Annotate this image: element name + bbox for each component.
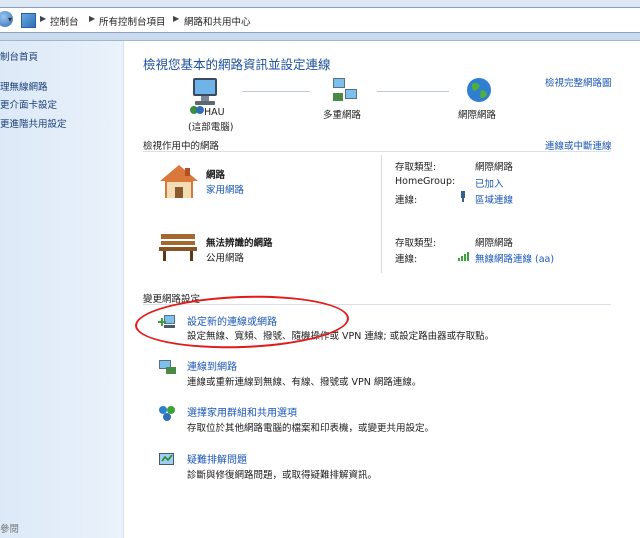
page-title: 檢視您基本的網路資訊並設定連線	[143, 57, 331, 72]
internet-label: 網際網路	[458, 110, 497, 121]
chevron-right-icon[interactable]: ▶	[89, 14, 95, 23]
address-bar: ▾ ▶ 控制台 ▶ 所有控制台項目 ▶ 網路和共用中心	[0, 0, 640, 41]
wifi-signal-icon	[458, 252, 469, 261]
breadcrumb-all-items[interactable]: 所有控制台項目	[99, 14, 166, 28]
sidebar-item-home[interactable]: 制台首頁	[0, 49, 38, 63]
section-divider	[143, 151, 611, 152]
homegroup-label: HomeGroup:	[395, 176, 456, 187]
homegroup-options-link[interactable]: 選擇家用群組和共用選項	[187, 404, 297, 419]
computer-name: HAU	[204, 107, 225, 118]
chevron-right-icon[interactable]: ▶	[40, 14, 46, 23]
ethernet-icon	[461, 191, 465, 202]
access-type-label: 存取類型:	[395, 162, 437, 173]
sidebar-see-also: 參閱	[0, 524, 20, 535]
network-badge-icon	[190, 106, 204, 114]
task-description: 存取位於其他網路電腦的檔案和印表機，或變更共用設定。	[187, 423, 435, 434]
history-dropdown-icon[interactable]: ▾	[8, 15, 12, 24]
full-map-link[interactable]: 檢視完整網路圖	[545, 75, 612, 89]
map-link-line	[377, 91, 449, 92]
connect-disconnect-link[interactable]: 連線或中斷連線	[545, 138, 612, 152]
breadcrumb-network-center[interactable]: 網路和共用中心	[184, 14, 251, 28]
sidebar-item-wireless[interactable]: 理無線網路	[0, 79, 48, 93]
connect-to-network-link[interactable]: 連線到網路	[187, 358, 237, 373]
computer-sub: (這部電腦)	[188, 122, 234, 133]
house-icon	[160, 165, 198, 198]
connection-label: 連線:	[395, 254, 418, 265]
chevron-right-icon[interactable]: ▶	[173, 14, 179, 23]
breadcrumb-control-panel[interactable]: 控制台	[50, 14, 79, 28]
multi-network-label: 多重網路	[323, 110, 362, 121]
task-description: 連線或重新連線到無線、有線、撥號或 VPN 網路連線。	[187, 377, 422, 388]
connect-network-icon[interactable]	[157, 358, 177, 376]
homegroup-icon[interactable]	[157, 404, 177, 422]
main-content: 檢視您基本的網路資訊並設定連線 檢視完整網路圖 HAU (這部電腦) 多重網路 …	[124, 41, 640, 538]
sidebar: 制台首頁 理無線網路 更介面卡設定 更進階共用設定 參閱	[0, 41, 124, 538]
active-networks-heading: 檢視作用中的網路	[143, 141, 220, 152]
address-field[interactable]	[0, 7, 640, 33]
access-type-value: 網際網路	[475, 162, 514, 173]
network-name: 無法辨識的網路	[206, 238, 273, 249]
sidebar-item-adapter[interactable]: 更介面卡設定	[0, 97, 57, 111]
sidebar-item-sharing[interactable]: 更進階共用設定	[0, 116, 67, 130]
homegroup-joined-link[interactable]: 已加入	[475, 176, 504, 190]
troubleshoot-icon[interactable]	[157, 451, 177, 469]
network-type-link[interactable]: 家用網路	[206, 182, 244, 196]
network-name: 網路	[206, 170, 226, 181]
globe-icon[interactable]	[464, 75, 494, 105]
column-divider	[381, 155, 382, 273]
local-connection-link[interactable]: 區域連線	[475, 192, 513, 206]
map-link-line	[242, 91, 310, 92]
connection-label: 連線:	[395, 195, 418, 206]
control-panel-icon	[21, 13, 36, 28]
access-type-value: 網際網路	[475, 238, 514, 249]
troubleshoot-link[interactable]: 疑難排解問題	[187, 451, 247, 466]
multi-network-icon[interactable]	[330, 75, 360, 107]
access-type-label: 存取類型:	[395, 238, 437, 249]
bench-icon	[159, 234, 197, 261]
wireless-connection-link[interactable]: 無線網路連線 (aa)	[475, 251, 554, 265]
network-type: 公用網路	[206, 253, 245, 264]
task-description: 診斷與修復網路問題，或取得疑難排解資訊。	[187, 470, 378, 481]
